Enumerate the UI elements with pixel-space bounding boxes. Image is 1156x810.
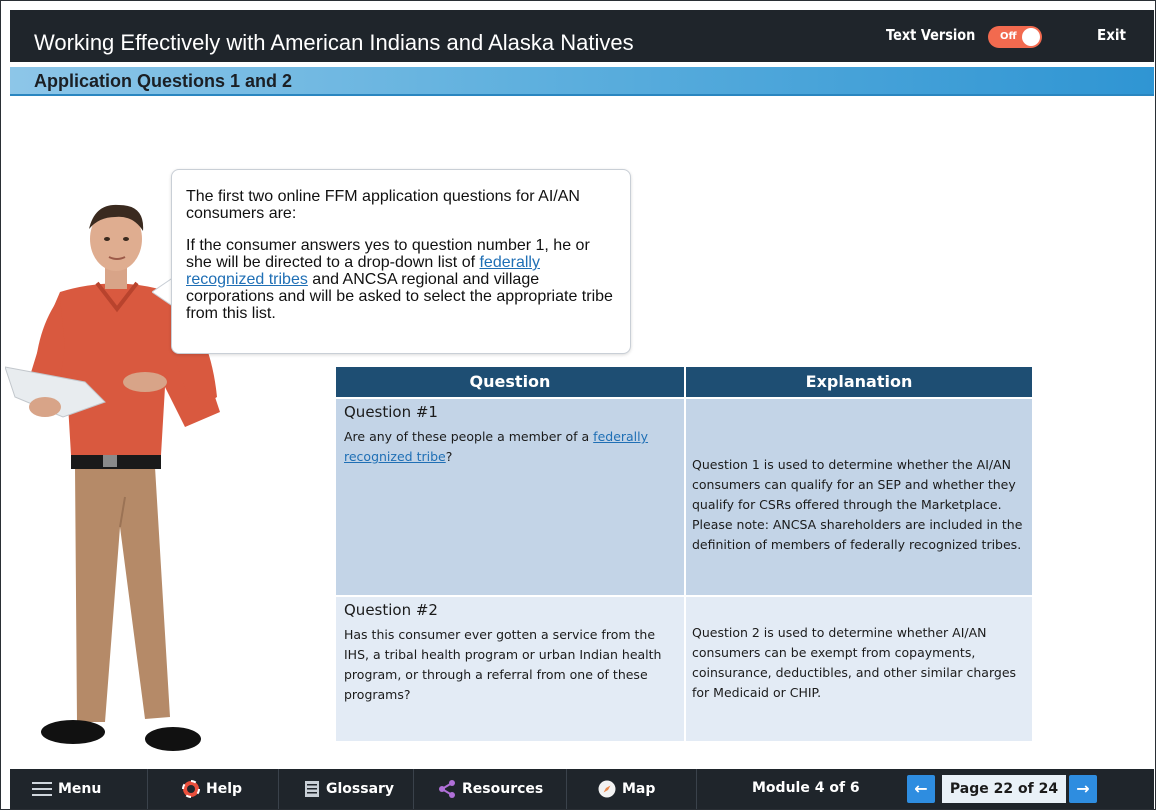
exit-button[interactable]: Exit — [1097, 26, 1126, 44]
question-2-title: Question #2 — [344, 601, 438, 619]
course-window: Working Effectively with American Indian… — [0, 0, 1156, 810]
course-title: Working Effectively with American Indian… — [34, 30, 634, 55]
table-cell-question-2: Question #2 Has this consumer ever gotte… — [336, 597, 684, 741]
help-label: Help — [206, 781, 243, 797]
text-version-label: Text Version — [886, 26, 976, 44]
help-button[interactable]: Help — [182, 769, 242, 809]
table-cell-explanation-1: Question 1 is used to determine whether … — [686, 399, 1032, 595]
glossary-button[interactable]: Glossary — [304, 769, 394, 809]
question-1-title: Question #1 — [344, 403, 438, 421]
page-title: Application Questions 1 and 2 — [34, 71, 293, 91]
question-1-text-end: ? — [445, 449, 453, 464]
menu-label: Menu — [58, 781, 102, 797]
title-bar: Working Effectively with American Indian… — [10, 10, 1154, 62]
map-label: Map — [622, 781, 656, 797]
questions-table: Question Explanation Question #1 Are any… — [336, 367, 1032, 741]
column-header-question: Question — [336, 367, 684, 397]
table-cell-explanation-2: Question 2 is used to determine whether … — [686, 597, 1032, 741]
question-1-text: Are any of these people a member of a fe… — [344, 427, 680, 467]
explanation-1-text: Question 1 is used to determine whether … — [692, 457, 1023, 552]
map-button[interactable]: Map — [598, 769, 655, 809]
page-indicator: Page 22 of 24 — [942, 775, 1066, 803]
page-title-bar: Application Questions 1 and 2 — [10, 67, 1154, 96]
compass-icon — [598, 780, 616, 798]
next-page-button[interactable]: → — [1069, 775, 1097, 803]
bubble-intro-text: The first two online FFM application que… — [186, 188, 580, 222]
menu-button[interactable]: Menu — [32, 769, 101, 809]
footer-divider — [147, 769, 148, 809]
bubble-body-text: If the consumer answers yes to question … — [186, 237, 618, 322]
resources-button[interactable]: Resources — [438, 769, 543, 809]
share-icon — [439, 780, 455, 798]
resources-label: Resources — [462, 781, 544, 797]
toggle-knob — [1022, 28, 1040, 46]
explanation-2-text: Question 2 is used to determine whether … — [692, 625, 1017, 700]
hamburger-icon — [32, 782, 52, 796]
footer-divider — [413, 769, 414, 809]
question-2-text: Has this consumer ever gotten a service … — [344, 627, 662, 702]
table-cell-question-1: Question #1 Are any of these people a me… — [336, 399, 684, 595]
glossary-label: Glossary — [326, 781, 395, 797]
book-icon — [305, 781, 319, 797]
speech-bubble: The first two online FFM application que… — [171, 169, 631, 354]
footer-divider — [696, 769, 697, 809]
footer-nav-bar: Menu Help Glossary Resources Map Module … — [10, 769, 1154, 809]
arrow-right-icon: → — [1076, 779, 1090, 798]
toggle-state-label: Off — [1000, 31, 1017, 42]
footer-divider — [566, 769, 567, 809]
column-header-explanation: Explanation — [686, 367, 1032, 397]
question-1-text-start: Are any of these people a member of a — [344, 429, 594, 444]
module-indicator: Module 4 of 6 — [752, 780, 860, 796]
previous-page-button[interactable]: ← — [907, 775, 935, 803]
arrow-left-icon: ← — [914, 779, 928, 798]
lifebuoy-icon — [182, 780, 200, 798]
text-version-toggle[interactable]: Off — [988, 26, 1042, 48]
footer-divider — [278, 769, 279, 809]
